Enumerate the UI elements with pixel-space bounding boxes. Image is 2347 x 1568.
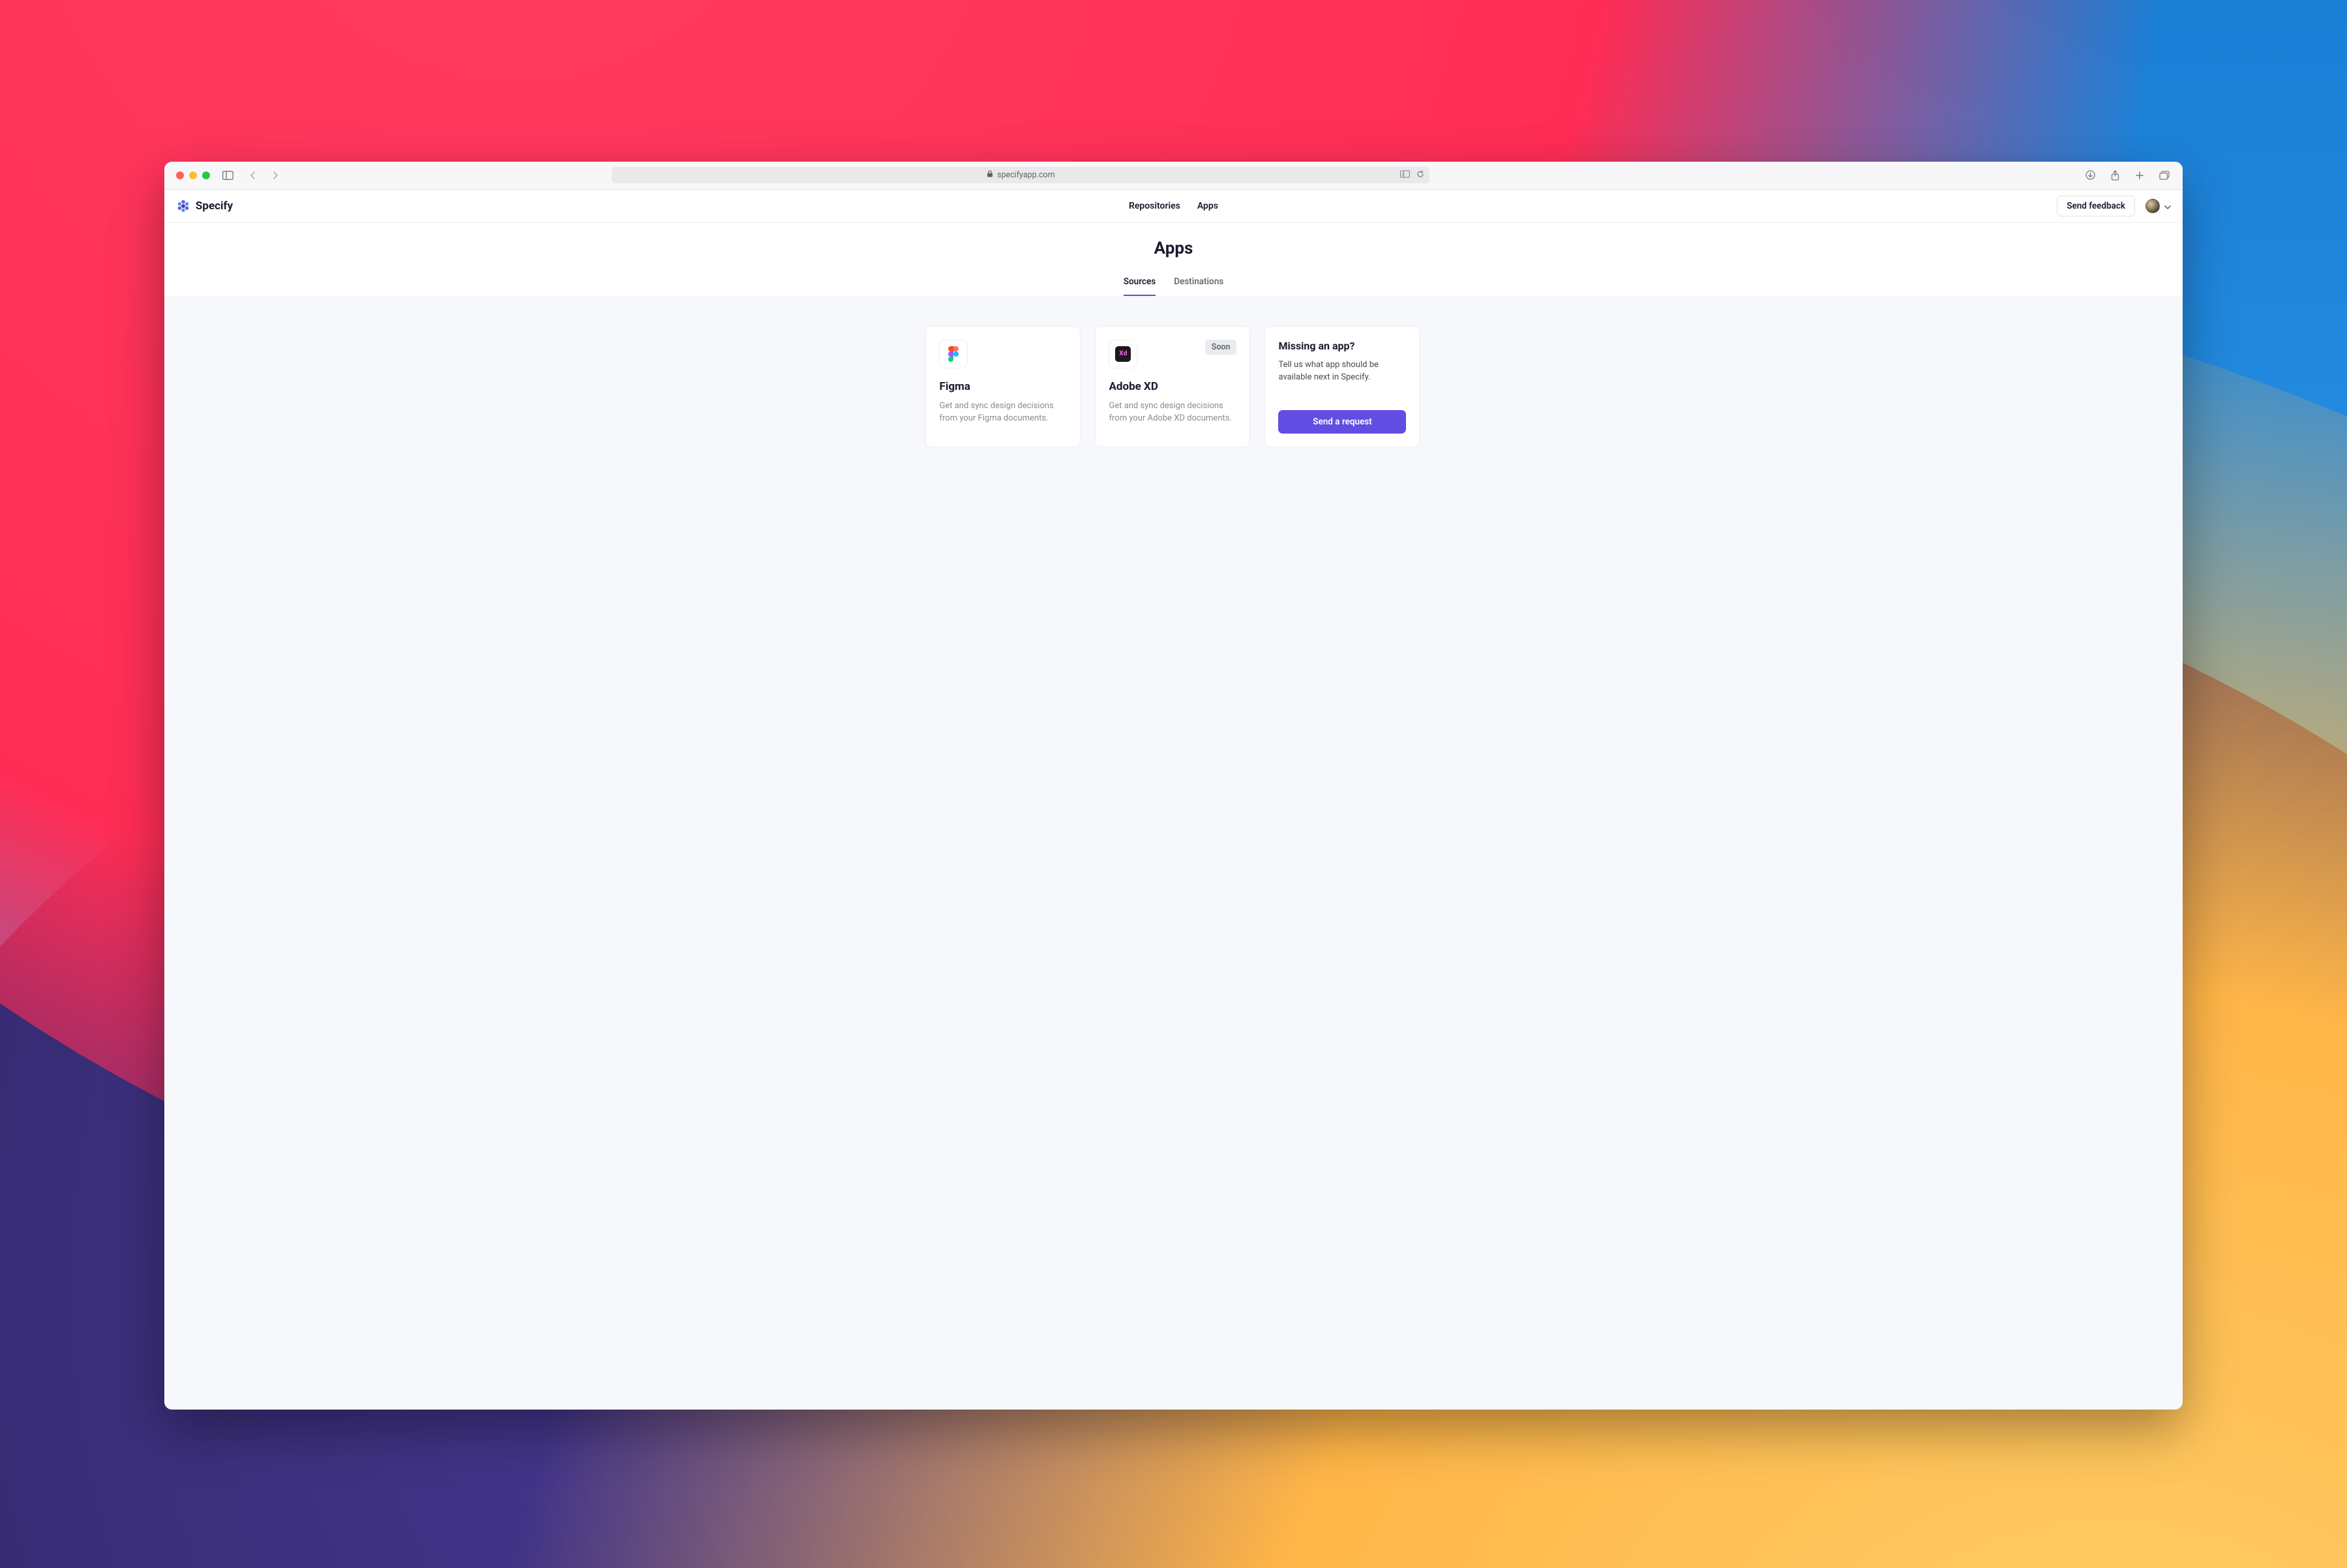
send-feedback-button[interactable]: Send feedback — [2057, 196, 2135, 216]
forward-button[interactable] — [269, 169, 282, 182]
user-menu[interactable] — [2145, 199, 2171, 213]
tab-destinations[interactable]: Destinations — [1174, 276, 1223, 296]
browser-titlebar: specifyapp.com A — [164, 162, 2183, 190]
missing-app-description: Tell us what app should be available nex… — [1278, 359, 1406, 384]
app-header: Specify Repositories Apps Send feedback — [164, 190, 2183, 223]
minimize-window-button[interactable] — [189, 171, 197, 179]
nav-repositories[interactable]: Repositories — [1129, 201, 1180, 211]
app-cards-row: Figma Get and sync design decisions from… — [925, 326, 1421, 447]
sidebar-toggle-icon[interactable] — [222, 169, 235, 182]
soon-badge: Soon — [1205, 340, 1237, 355]
main-nav: Repositories Apps — [1129, 201, 1218, 211]
sub-tabs: Sources Destinations — [164, 276, 2183, 296]
brand-name: Specify — [196, 200, 233, 213]
back-button[interactable] — [247, 169, 260, 182]
downloads-icon[interactable] — [2084, 169, 2097, 182]
page-title: Apps — [164, 239, 2183, 258]
app-card-figma[interactable]: Figma Get and sync design decisions from… — [925, 326, 1081, 447]
user-avatar — [2145, 199, 2160, 213]
browser-window: specifyapp.com A — [164, 162, 2183, 1410]
brand-logo[interactable]: Specify — [176, 199, 233, 213]
send-request-button[interactable]: Send a request — [1278, 410, 1406, 434]
url-text: specifyapp.com — [997, 170, 1055, 180]
app-card-description: Get and sync design decisions from your … — [939, 400, 1067, 425]
missing-app-title: Missing an app? — [1278, 340, 1406, 352]
specify-logo-icon — [176, 199, 190, 213]
maximize-window-button[interactable] — [202, 171, 210, 179]
window-controls — [176, 171, 210, 179]
content-area: Figma Get and sync design decisions from… — [164, 296, 2183, 1410]
app-card-title: Adobe XD — [1109, 380, 1236, 393]
reload-icon[interactable] — [1416, 170, 1424, 181]
address-bar[interactable]: specifyapp.com A — [612, 167, 1429, 183]
chevron-down-icon — [2164, 200, 2171, 212]
page-heading-area: Apps Sources Destinations — [164, 223, 2183, 296]
reader-icon[interactable]: A — [1400, 170, 1410, 181]
adobe-xd-icon: Xd — [1109, 340, 1137, 368]
close-window-button[interactable] — [176, 171, 184, 179]
tab-sources[interactable]: Sources — [1124, 276, 1156, 296]
missing-app-card: Missing an app? Tell us what app should … — [1264, 326, 1420, 447]
svg-text:A: A — [1402, 171, 1405, 177]
nav-apps[interactable]: Apps — [1197, 201, 1218, 211]
app-card-adobe-xd: Xd Soon Adobe XD Get and sync design dec… — [1095, 326, 1250, 447]
new-tab-icon[interactable] — [2133, 169, 2146, 182]
tabs-overview-icon[interactable] — [2158, 169, 2171, 182]
app-card-description: Get and sync design decisions from your … — [1109, 400, 1236, 425]
figma-icon — [939, 340, 968, 368]
app-card-title: Figma — [939, 380, 1067, 393]
lock-icon — [987, 170, 993, 180]
share-icon[interactable] — [2108, 169, 2121, 182]
